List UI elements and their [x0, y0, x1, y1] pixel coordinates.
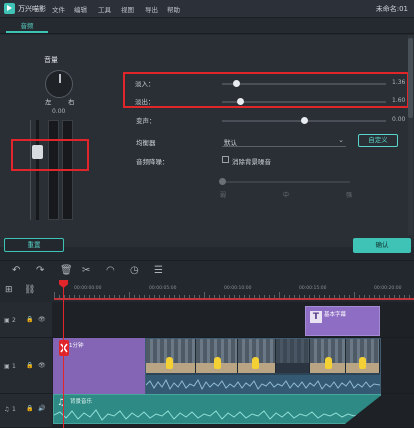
panel-scrollbar-thumb[interactable]	[408, 38, 413, 118]
video-audio-waveform	[146, 375, 380, 395]
volume-label: 音量	[44, 56, 58, 64]
menu-view[interactable]: 视图	[121, 4, 134, 14]
video-thumbnail	[346, 339, 380, 373]
ruler-label: 00:00:00:00	[74, 286, 102, 291]
duration-icon[interactable]: ◷	[130, 265, 139, 276]
speed-icon[interactable]: ◠	[106, 265, 115, 276]
selection-range-bar	[54, 298, 414, 300]
undo-icon[interactable]: ↶	[12, 265, 20, 276]
ruler-label: 00:00:05:00	[149, 286, 177, 291]
clip-marker-icon	[59, 340, 69, 356]
fader-highlight-box	[11, 139, 89, 171]
video-thumbnail	[238, 339, 276, 373]
document-title: 未命名:01	[375, 5, 408, 13]
adjust-icon[interactable]: ☰	[154, 265, 163, 276]
music-note-icon: ♫	[4, 406, 10, 413]
tab-audio[interactable]: 音频	[6, 20, 48, 33]
eye-icon[interactable]: 👁	[38, 316, 46, 323]
redo-icon[interactable]: ↷	[36, 265, 44, 276]
video-thumbnail	[196, 339, 238, 373]
menu-edit[interactable]: 编辑	[74, 4, 87, 14]
audio-waveform	[54, 409, 380, 421]
video-clip[interactable]	[145, 338, 381, 395]
playhead[interactable]	[63, 282, 64, 428]
timeline-toolbar: ↶ ↷ 🗑 ✂ ◠ ◷ ☰	[0, 260, 414, 280]
speaker-icon[interactable]: 🔊	[38, 405, 45, 412]
title-clip[interactable]: T 基本字幕	[305, 306, 380, 336]
ok-button[interactable]: 确认	[353, 238, 411, 253]
denoise-slider	[222, 181, 350, 183]
pan-knob[interactable]	[45, 70, 73, 98]
reset-button[interactable]: 重置	[4, 238, 64, 252]
link-icon[interactable]: ⛓	[24, 285, 35, 295]
track-header-video: ▣ 1 🔒 👁	[0, 338, 52, 394]
cut-icon[interactable]: ✂	[82, 265, 90, 276]
tab-bar: 音频	[0, 18, 414, 34]
video-thumbnail	[276, 339, 310, 373]
title-track-icon: ▣	[4, 317, 10, 324]
denoise-label: 消除背景噪音	[232, 158, 271, 166]
ruler-label: 00:00:15:00	[299, 286, 327, 291]
denoise-title: 音频降噪：	[136, 158, 169, 166]
pitch-value: 0.00	[392, 116, 406, 123]
app-name: 万兴喵影	[18, 5, 46, 13]
ruler-label: 00:00:20:00	[374, 286, 402, 291]
pitch-slider-handle[interactable]	[300, 117, 308, 124]
audio-fade-out	[344, 395, 382, 425]
app-logo-icon	[4, 3, 15, 14]
menu-export[interactable]: 导出	[145, 4, 158, 14]
menu-tools[interactable]: 工具	[98, 4, 111, 14]
audio-clip-label: 背景音乐	[70, 399, 93, 405]
denoise-checkbox[interactable]	[222, 156, 229, 163]
denoise-mid-label: 中	[283, 192, 290, 199]
color-clip-label: 1分钟	[69, 343, 84, 349]
pan-value: 0.00	[52, 108, 66, 115]
denoise-low-label: 弱	[220, 192, 227, 199]
lock-icon[interactable]: 🔒	[26, 362, 33, 369]
menu-file[interactable]: 文件	[52, 4, 65, 14]
pan-left-label: 左	[45, 98, 52, 106]
ruler-label: 00:00:10:00	[224, 286, 252, 291]
add-track-icon[interactable]: ⊞	[5, 285, 13, 295]
equalizer-value: 默认	[224, 139, 237, 147]
video-track-icon: ▣	[4, 363, 10, 370]
track-header-audio: ♫ 1 🔒 🔊	[0, 394, 52, 428]
denoise-high-label: 强	[346, 192, 353, 199]
lock-icon[interactable]: 🔒	[26, 316, 33, 323]
track-number: 1	[12, 406, 16, 413]
pan-right-label: 右	[68, 98, 75, 106]
eye-icon[interactable]: 👁	[38, 362, 46, 369]
title-clip-label: 基本字幕	[324, 312, 347, 318]
denoise-slider-handle	[219, 178, 226, 185]
menu-help[interactable]: 帮助	[167, 4, 180, 14]
track-number: 1	[12, 363, 16, 370]
fade-highlight-box	[123, 72, 409, 108]
equalizer-label: 均衡器	[136, 139, 156, 147]
title-bar: 万兴喵影 文件 编辑 工具 视图 导出 帮助 未命名:01	[0, 0, 414, 18]
text-icon: T	[310, 311, 322, 323]
chevron-down-icon: ⌄	[338, 136, 344, 144]
audio-clip[interactable]: ♫ 背景音乐	[53, 394, 382, 425]
delete-icon[interactable]: 🗑	[60, 265, 73, 276]
track-number: 2	[12, 317, 16, 324]
lock-icon[interactable]: 🔒	[26, 405, 33, 412]
pitch-label: 变声：	[136, 117, 156, 125]
track-header-title: ▣ 2 🔒 👁	[0, 302, 52, 338]
custom-eq-button[interactable]: 自定义	[358, 134, 398, 147]
video-thumbnail	[146, 339, 196, 373]
video-thumbnail	[310, 339, 346, 373]
equalizer-select[interactable]: 默认 ⌄	[222, 136, 346, 147]
